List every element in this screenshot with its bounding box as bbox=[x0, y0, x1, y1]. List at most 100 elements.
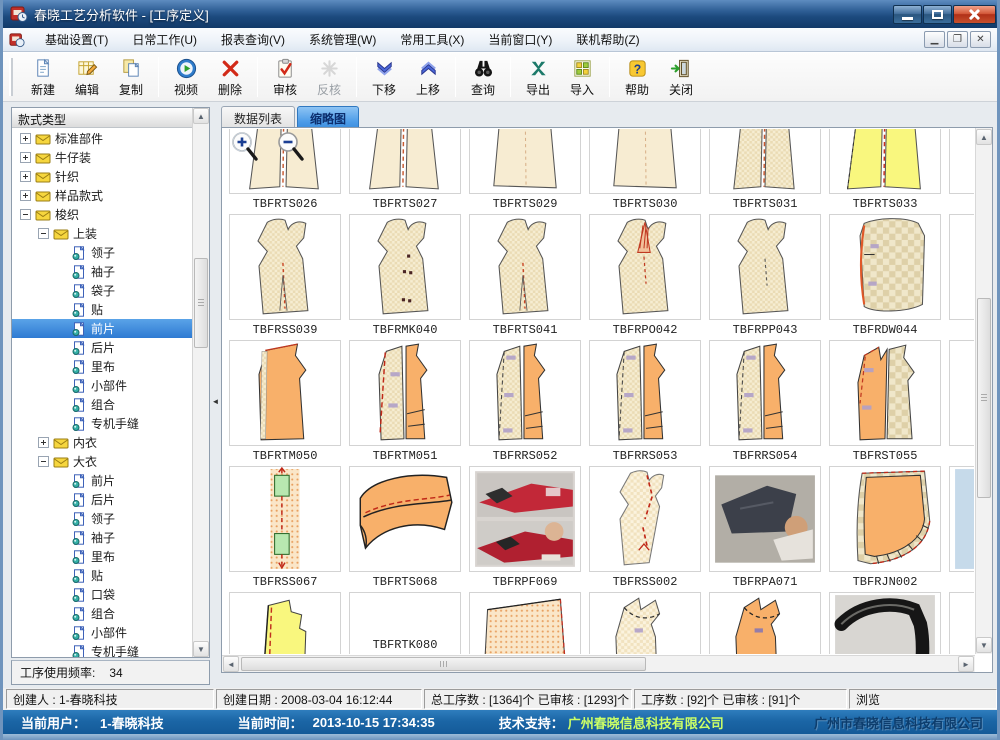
tree-item-专机手缝[interactable]: 专机手缝 bbox=[12, 414, 192, 433]
copy-button[interactable]: 复制 bbox=[109, 54, 153, 100]
scroll-down-icon[interactable]: ▼ bbox=[976, 637, 992, 653]
export-button[interactable]: 导出 bbox=[516, 54, 560, 100]
thumbnail-cell-TBFRTS033[interactable]: TBFRTS033 bbox=[829, 129, 941, 214]
tree-item-后片[interactable]: 后片 bbox=[12, 490, 192, 509]
tree-item-内衣[interactable]: 内衣 bbox=[12, 433, 192, 452]
thumbnail-cell-TBFRDW044[interactable]: TBFRDW044 bbox=[829, 214, 941, 340]
thumbnail-cell[interactable] bbox=[229, 592, 341, 654]
thumbnail-cell-TBFRTS068[interactable]: TBFRTS068 bbox=[349, 466, 461, 592]
thumbnail-cell-TBFRPP043[interactable]: TBFRPP043 bbox=[709, 214, 821, 340]
tree-scrollbar[interactable]: ▲ ▼ bbox=[192, 108, 209, 657]
tree-item-袖子[interactable]: 袖子 bbox=[12, 528, 192, 547]
panel-splitter[interactable]: ◄ bbox=[210, 107, 221, 685]
video-button[interactable]: 视频 bbox=[164, 54, 208, 100]
thumbnail-cell-TBFRTK080[interactable]: TBFRTK080 bbox=[349, 592, 461, 654]
search-button[interactable]: 查询 bbox=[461, 54, 505, 100]
thumbnail-cell[interactable] bbox=[469, 592, 581, 654]
tree-item-领子[interactable]: 领子 bbox=[12, 243, 192, 262]
collapse-minus-icon[interactable] bbox=[38, 228, 49, 239]
thumbnail-cell-TBFRTM050[interactable]: TBFRTM050 bbox=[229, 340, 341, 466]
tab-data-list[interactable]: 数据列表 bbox=[221, 106, 295, 128]
edit-button[interactable]: 编辑 bbox=[65, 54, 109, 100]
tree-item-专机手缝[interactable]: 专机手缝 bbox=[12, 642, 192, 657]
thumbnail-cell-TBFRSS039[interactable]: TBFRSS039 bbox=[229, 214, 341, 340]
thumbnail-cell[interactable] bbox=[829, 592, 941, 654]
scroll-right-icon[interactable]: ► bbox=[958, 656, 974, 672]
scroll-up-icon[interactable]: ▲ bbox=[976, 129, 992, 145]
tree-item-小部件[interactable]: 小部件 bbox=[12, 376, 192, 395]
tree-item-大衣[interactable]: 大衣 bbox=[12, 452, 192, 471]
menu-item-1[interactable]: 基础设置(T) bbox=[33, 28, 120, 51]
delete-button[interactable]: 删除 bbox=[208, 54, 252, 100]
scroll-left-icon[interactable]: ◄ bbox=[223, 656, 239, 672]
thumbnail-cell-TBFRRS052[interactable]: TBFRRS052 bbox=[469, 340, 581, 466]
expand-plus-icon[interactable] bbox=[38, 437, 49, 448]
tree-item-领子[interactable]: 领子 bbox=[12, 509, 192, 528]
expand-plus-icon[interactable] bbox=[20, 190, 31, 201]
tree-item-标准部件[interactable]: 标准部件 bbox=[12, 129, 192, 148]
tree-item-梭织[interactable]: 梭织 bbox=[12, 205, 192, 224]
expand-plus-icon[interactable] bbox=[20, 171, 31, 182]
scroll-down-icon[interactable]: ▼ bbox=[193, 641, 209, 657]
thumbnail-cell-TBFRTS027[interactable]: TBFRTS027 bbox=[349, 129, 461, 214]
vertical-scrollbar[interactable]: ▲ ▼ bbox=[975, 128, 992, 654]
thumbnail-cell-TBFRPO042[interactable]: TBFRPO042 bbox=[589, 214, 701, 340]
thumbnail-cell-TBFRSS002[interactable]: TBFRSS002 bbox=[589, 466, 701, 592]
menu-item-3[interactable]: 报表查询(V) bbox=[209, 28, 297, 51]
tree-item-样品款式[interactable]: 样品款式 bbox=[12, 186, 192, 205]
tree-item-袖子[interactable]: 袖子 bbox=[12, 262, 192, 281]
close-button[interactable] bbox=[953, 5, 996, 24]
help-button[interactable]: ?帮助 bbox=[615, 54, 659, 100]
thumbnail-cell-TBFRTS030[interactable]: TBFRTS030 bbox=[589, 129, 701, 214]
minimize-button[interactable] bbox=[893, 5, 922, 24]
tree-item-前片[interactable]: 前片 bbox=[12, 471, 192, 490]
tree-scroll-thumb[interactable] bbox=[194, 258, 208, 348]
tree-item-贴[interactable]: 贴 bbox=[12, 300, 192, 319]
thumbnail-cell-TBFRJN002[interactable]: TBFRJN002 bbox=[829, 466, 941, 592]
thumbnail-cell[interactable] bbox=[589, 592, 701, 654]
horizontal-scrollbar[interactable]: ◄ ► bbox=[222, 655, 975, 672]
moveup-button[interactable]: 上移 bbox=[406, 54, 450, 100]
menu-item-5[interactable]: 常用工具(X) bbox=[388, 28, 476, 51]
tab-thumbnail[interactable]: 缩略图 bbox=[297, 106, 359, 128]
zoom-in-icon[interactable] bbox=[230, 131, 260, 163]
thumbnail-cell-TBFRMK040[interactable]: TBFRMK040 bbox=[349, 214, 461, 340]
thumbnail-cell-TBFRTS041[interactable]: TBFRTS041 bbox=[469, 214, 581, 340]
thumbnail-cell-TBFRRS053[interactable]: TBFRRS053 bbox=[589, 340, 701, 466]
close-button[interactable]: 关闭 bbox=[659, 54, 703, 100]
menu-item-4[interactable]: 系统管理(W) bbox=[297, 28, 388, 51]
mdi-minimize-button[interactable]: ▁ bbox=[924, 31, 945, 48]
tree-item-组合[interactable]: 组合 bbox=[12, 604, 192, 623]
tree-item-牛仔装[interactable]: 牛仔装 bbox=[12, 148, 192, 167]
expand-plus-icon[interactable] bbox=[20, 133, 31, 144]
menu-item-7[interactable]: 联机帮助(Z) bbox=[564, 28, 651, 51]
thumbnail-cell[interactable] bbox=[949, 466, 974, 592]
thumbnail-cell-TBFRST055[interactable]: TBFRST055 bbox=[829, 340, 941, 466]
tree-item-针织[interactable]: 针织 bbox=[12, 167, 192, 186]
tree-item-口袋[interactable]: 口袋 bbox=[12, 585, 192, 604]
thumbnail-cell-TBFRPF069[interactable]: TBFRPF069 bbox=[469, 466, 581, 592]
collapse-left-icon[interactable]: ◄ bbox=[211, 388, 220, 414]
tree-item-里布[interactable]: 里布 bbox=[12, 357, 192, 376]
tree-item-上装[interactable]: 上装 bbox=[12, 224, 192, 243]
tree-item-贴[interactable]: 贴 bbox=[12, 566, 192, 585]
thumbnail-cell-TBFRTM051[interactable]: TBFRTM051 bbox=[349, 340, 461, 466]
collapse-minus-icon[interactable] bbox=[38, 456, 49, 467]
maximize-button[interactable] bbox=[923, 5, 952, 24]
import-button[interactable]: 导入 bbox=[560, 54, 604, 100]
thumbnail-cell-TBFRPA071[interactable]: TBFRPA071 bbox=[709, 466, 821, 592]
mdi-close-button[interactable]: ✕ bbox=[970, 31, 991, 48]
horizontal-scroll-thumb[interactable] bbox=[241, 657, 646, 671]
movedown-button[interactable]: 下移 bbox=[362, 54, 406, 100]
thumbnail-cell-TBFRSS067[interactable]: TBFRSS067 bbox=[229, 466, 341, 592]
tree-item-里布[interactable]: 里布 bbox=[12, 547, 192, 566]
scroll-up-icon[interactable]: ▲ bbox=[193, 108, 209, 124]
thumbnail-cell[interactable] bbox=[709, 592, 821, 654]
menu-item-2[interactable]: 日常工作(U) bbox=[120, 28, 209, 51]
expand-plus-icon[interactable] bbox=[20, 152, 31, 163]
audit-button[interactable]: 审核 bbox=[263, 54, 307, 100]
thumbnail-cell-TBFRTS029[interactable]: TBFRTS029 bbox=[469, 129, 581, 214]
thumbnail-cell-TBFRTS031[interactable]: TBFRTS031 bbox=[709, 129, 821, 214]
new-button[interactable]: 新建 bbox=[21, 54, 65, 100]
tree-item-前片[interactable]: 前片 bbox=[12, 319, 192, 338]
